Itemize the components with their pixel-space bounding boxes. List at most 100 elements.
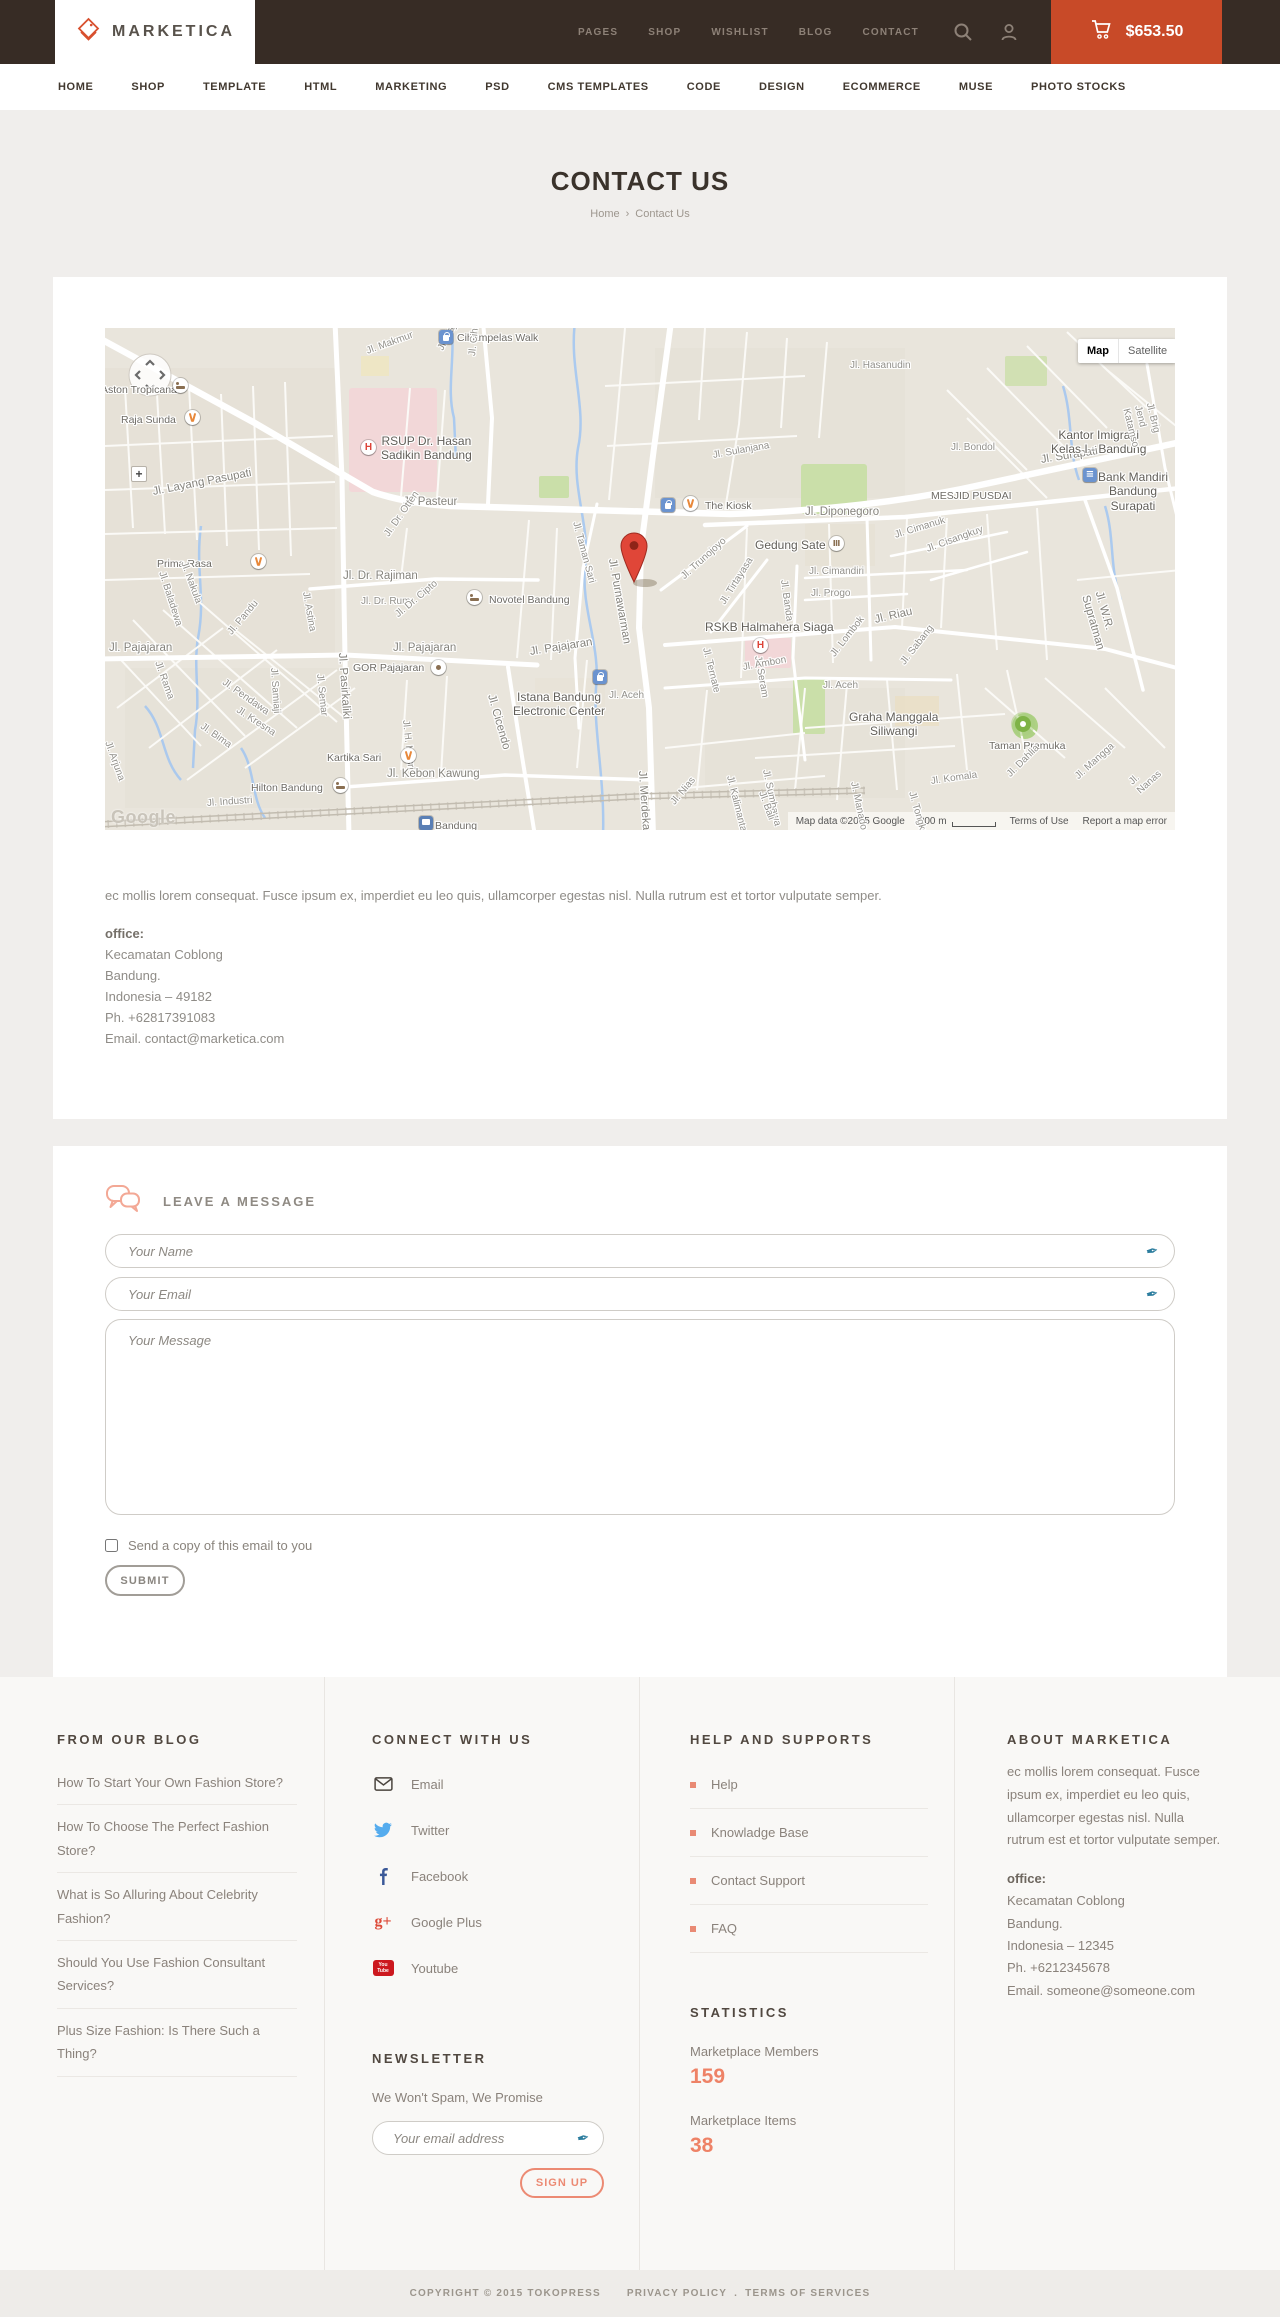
intro-paragraph: ec mollis lorem consequat. Fusce ipsum e…: [105, 888, 882, 903]
menubar-item[interactable]: MUSE: [959, 81, 993, 93]
hotel-poi-icon: [333, 778, 348, 793]
menubar-item[interactable]: ECOMMERCE: [843, 81, 921, 93]
bullet-square-icon: [690, 1925, 696, 1932]
map-marker-pin[interactable]: [620, 532, 660, 593]
copyright-separator: .: [734, 2288, 739, 2299]
terms-of-services-link[interactable]: TERMS OF SERVICES: [745, 2288, 870, 2299]
search-icon[interactable]: [953, 22, 973, 42]
park-poi-icon: [1015, 716, 1031, 732]
top-header: MARKETICA PAGES SHOP WISHLIST BLOG CONTACT $…: [0, 0, 1280, 64]
chat-bubbles-icon: [105, 1184, 141, 1219]
youtube-icon: You Tube: [372, 1960, 394, 1976]
help-link[interactable]: Contact Support: [690, 1857, 928, 1905]
breadcrumb: Home › Contact Us: [0, 208, 1280, 220]
email-icon: [372, 1777, 394, 1791]
satellite-button[interactable]: Satellite: [1119, 339, 1175, 363]
google-logo: Google: [111, 807, 176, 827]
help-link[interactable]: FAQ: [690, 1905, 928, 1953]
header-nav-item[interactable]: BLOG: [799, 27, 833, 38]
blog-post-link[interactable]: What is So Alluring About Celebrity Fash…: [57, 1873, 297, 1941]
breadcrumb-separator: ›: [625, 208, 630, 220]
map-scale: 200 m: [919, 816, 996, 827]
blog-post-link[interactable]: Should You Use Fashion Consultant Servic…: [57, 1941, 297, 2009]
social-link[interactable]: Facebook: [372, 1853, 611, 1899]
signup-button[interactable]: SIGN UP: [520, 2168, 604, 2198]
map-attribution: Map data ©2015 Google 200 m Terms of Use…: [787, 812, 1175, 830]
page-title-section: CONTACT US Home › Contact Us: [0, 110, 1280, 277]
submit-button[interactable]: SUBMIT: [105, 1565, 185, 1596]
office-heading: office:: [105, 925, 144, 941]
menubar-item[interactable]: CODE: [687, 81, 721, 93]
menubar-item[interactable]: HTML: [304, 81, 337, 93]
page-title: CONTACT US: [550, 166, 730, 196]
statistic-value: 38: [690, 2134, 714, 2157]
google-map[interactable]: + Map Satellite Google Map data ©2015 Go…: [105, 328, 1175, 830]
category-menubar: HOME SHOP TEMPLATE HTML MARKETING PSD CMS TEMP…: [0, 64, 1280, 110]
menubar-item[interactable]: TEMPLATE: [203, 81, 266, 93]
shop-poi-icon: [439, 330, 453, 344]
footer-blog-column: FROM OUR BLOG How To Start Your Own Fash…: [0, 1677, 325, 2270]
map-zoom-in-button[interactable]: +: [131, 466, 147, 482]
email-input[interactable]: [105, 1277, 1175, 1311]
office-address-line: Email. contact@marketica.com: [105, 1031, 285, 1047]
social-link[interactable]: Twitter: [372, 1807, 611, 1853]
facebook-icon: [372, 1867, 394, 1885]
statistic-label: Marketplace Members: [690, 2044, 819, 2059]
menubar-item[interactable]: PSD: [485, 81, 509, 93]
scale-rule: [951, 821, 996, 827]
header-nav-item[interactable]: SHOP: [648, 27, 681, 38]
bank-poi-icon: [1083, 468, 1097, 482]
newsletter-tagline: We Won't Spam, We Promise: [372, 2090, 543, 2105]
dot-poi-icon: [431, 660, 446, 675]
menubar-item[interactable]: MARKETING: [375, 81, 447, 93]
social-link[interactable]: g+ Google Plus: [372, 1899, 611, 1945]
breadcrumb-home[interactable]: Home: [590, 208, 619, 220]
header-nav-item[interactable]: PAGES: [578, 27, 618, 38]
logo[interactable]: MARKETICA: [55, 0, 255, 64]
statistic-value: 159: [690, 2065, 726, 2088]
blog-post-link[interactable]: Plus Size Fashion: Is There Such a Thing…: [57, 2009, 297, 2077]
menubar-item[interactable]: SHOP: [131, 81, 165, 93]
office-heading: office:: [1007, 1871, 1046, 1886]
message-textarea[interactable]: [105, 1319, 1175, 1515]
map-type-switcher: Map Satellite: [1078, 339, 1175, 363]
cart-total: $653.50: [1125, 23, 1184, 40]
map-button[interactable]: Map: [1078, 339, 1119, 363]
blog-heading: FROM OUR BLOG: [57, 1732, 202, 1747]
privacy-policy-link[interactable]: PRIVACY POLICY: [627, 2288, 727, 2299]
cart-icon: [1090, 19, 1114, 46]
rest-poi-icon: [401, 748, 416, 763]
header-nav-item[interactable]: WISHLIST: [711, 27, 768, 38]
form-heading: LEAVE A MESSAGE: [163, 1193, 317, 1209]
menubar-item[interactable]: DESIGN: [759, 81, 805, 93]
header-nav-item[interactable]: CONTACT: [862, 27, 919, 38]
statistics-heading: STATISTICS: [690, 2005, 789, 2020]
social-link[interactable]: Email: [372, 1761, 611, 1807]
menubar-item[interactable]: PHOTO STOCKS: [1031, 81, 1126, 93]
name-input[interactable]: [105, 1234, 1175, 1268]
about-heading: ABOUT MARKETICA: [1007, 1732, 1173, 1747]
blog-post-link[interactable]: How To Choose The Perfect Fashion Store?: [57, 1805, 297, 1874]
user-icon[interactable]: [999, 22, 1019, 42]
terms-of-use-link[interactable]: Terms of Use: [1010, 816, 1069, 827]
menubar-item[interactable]: HOME: [58, 81, 93, 93]
office-address-line: Bandung.: [105, 967, 161, 983]
office-address-block: office: Kecamatan Coblong Bandung. Indones…: [105, 923, 1175, 1049]
report-map-error-link[interactable]: Report a map error: [1083, 816, 1167, 827]
office-address-line: Indonesia – 12345: [1007, 1938, 1114, 1954]
help-link[interactable]: Knowladge Base: [690, 1809, 928, 1857]
cart-button[interactable]: $653.50: [1051, 0, 1222, 64]
googleplus-icon: g+: [374, 1913, 392, 1930]
about-paragraph: ec mollis lorem consequat. Fusce ipsum e…: [1007, 1764, 1221, 1848]
newsletter-email-input[interactable]: [372, 2121, 604, 2155]
social-link[interactable]: You Tube Youtube: [372, 1945, 611, 1991]
help-link[interactable]: Help: [690, 1761, 928, 1809]
blog-post-link[interactable]: How To Start Your Own Fashion Store?: [57, 1761, 297, 1806]
send-copy-checkbox[interactable]: [105, 1539, 118, 1552]
map-pan-control[interactable]: [127, 352, 173, 403]
send-copy-label: Send a copy of this email to you: [128, 1538, 313, 1553]
newsletter-heading: NEWSLETTER: [372, 2051, 487, 2066]
statistic: Marketplace Members 159: [690, 2044, 926, 2089]
menubar-item[interactable]: CMS TEMPLATES: [548, 81, 649, 93]
breadcrumb-current: Contact Us: [635, 208, 690, 220]
